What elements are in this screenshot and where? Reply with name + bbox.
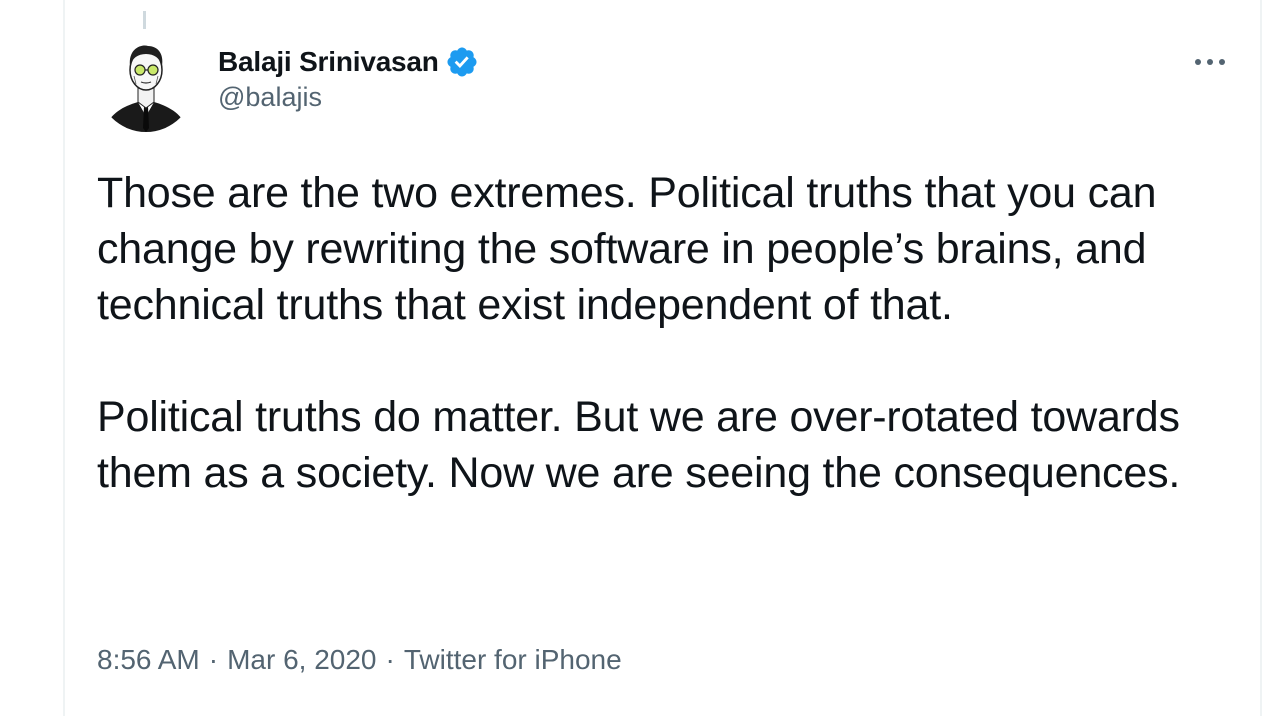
meta-separator: · <box>385 644 395 675</box>
author-display-name[interactable]: Balaji Srinivasan <box>218 46 439 78</box>
tweet-date[interactable]: Mar 6, 2020 <box>227 644 376 676</box>
tweet-time[interactable]: 8:56 AM <box>97 644 200 676</box>
tweet-metadata: 8:56 AM · Mar 6, 2020 · Twitter for iPho… <box>97 644 622 676</box>
avatar[interactable] <box>98 36 194 132</box>
meta-separator: · <box>208 644 219 675</box>
author-handle[interactable]: @balajis <box>218 82 479 113</box>
timeline-border-left <box>63 0 65 716</box>
tweet-text: Those are the two extremes. Political tr… <box>97 169 1181 497</box>
tweet-author: Balaji Srinivasan @balajis <box>218 42 479 113</box>
more-options-button[interactable] <box>1188 44 1232 80</box>
tweet-page: Balaji Srinivasan @balajis Those are the… <box>0 0 1284 716</box>
thread-connector-line <box>143 11 146 29</box>
more-horizontal-icon <box>1195 59 1225 65</box>
timeline-border-right <box>1260 0 1262 716</box>
tweet-source[interactable]: Twitter for iPhone <box>404 644 622 676</box>
author-name-row: Balaji Srinivasan <box>218 42 479 82</box>
avatar-sketch-icon <box>98 36 194 132</box>
verified-badge-icon <box>445 45 479 79</box>
